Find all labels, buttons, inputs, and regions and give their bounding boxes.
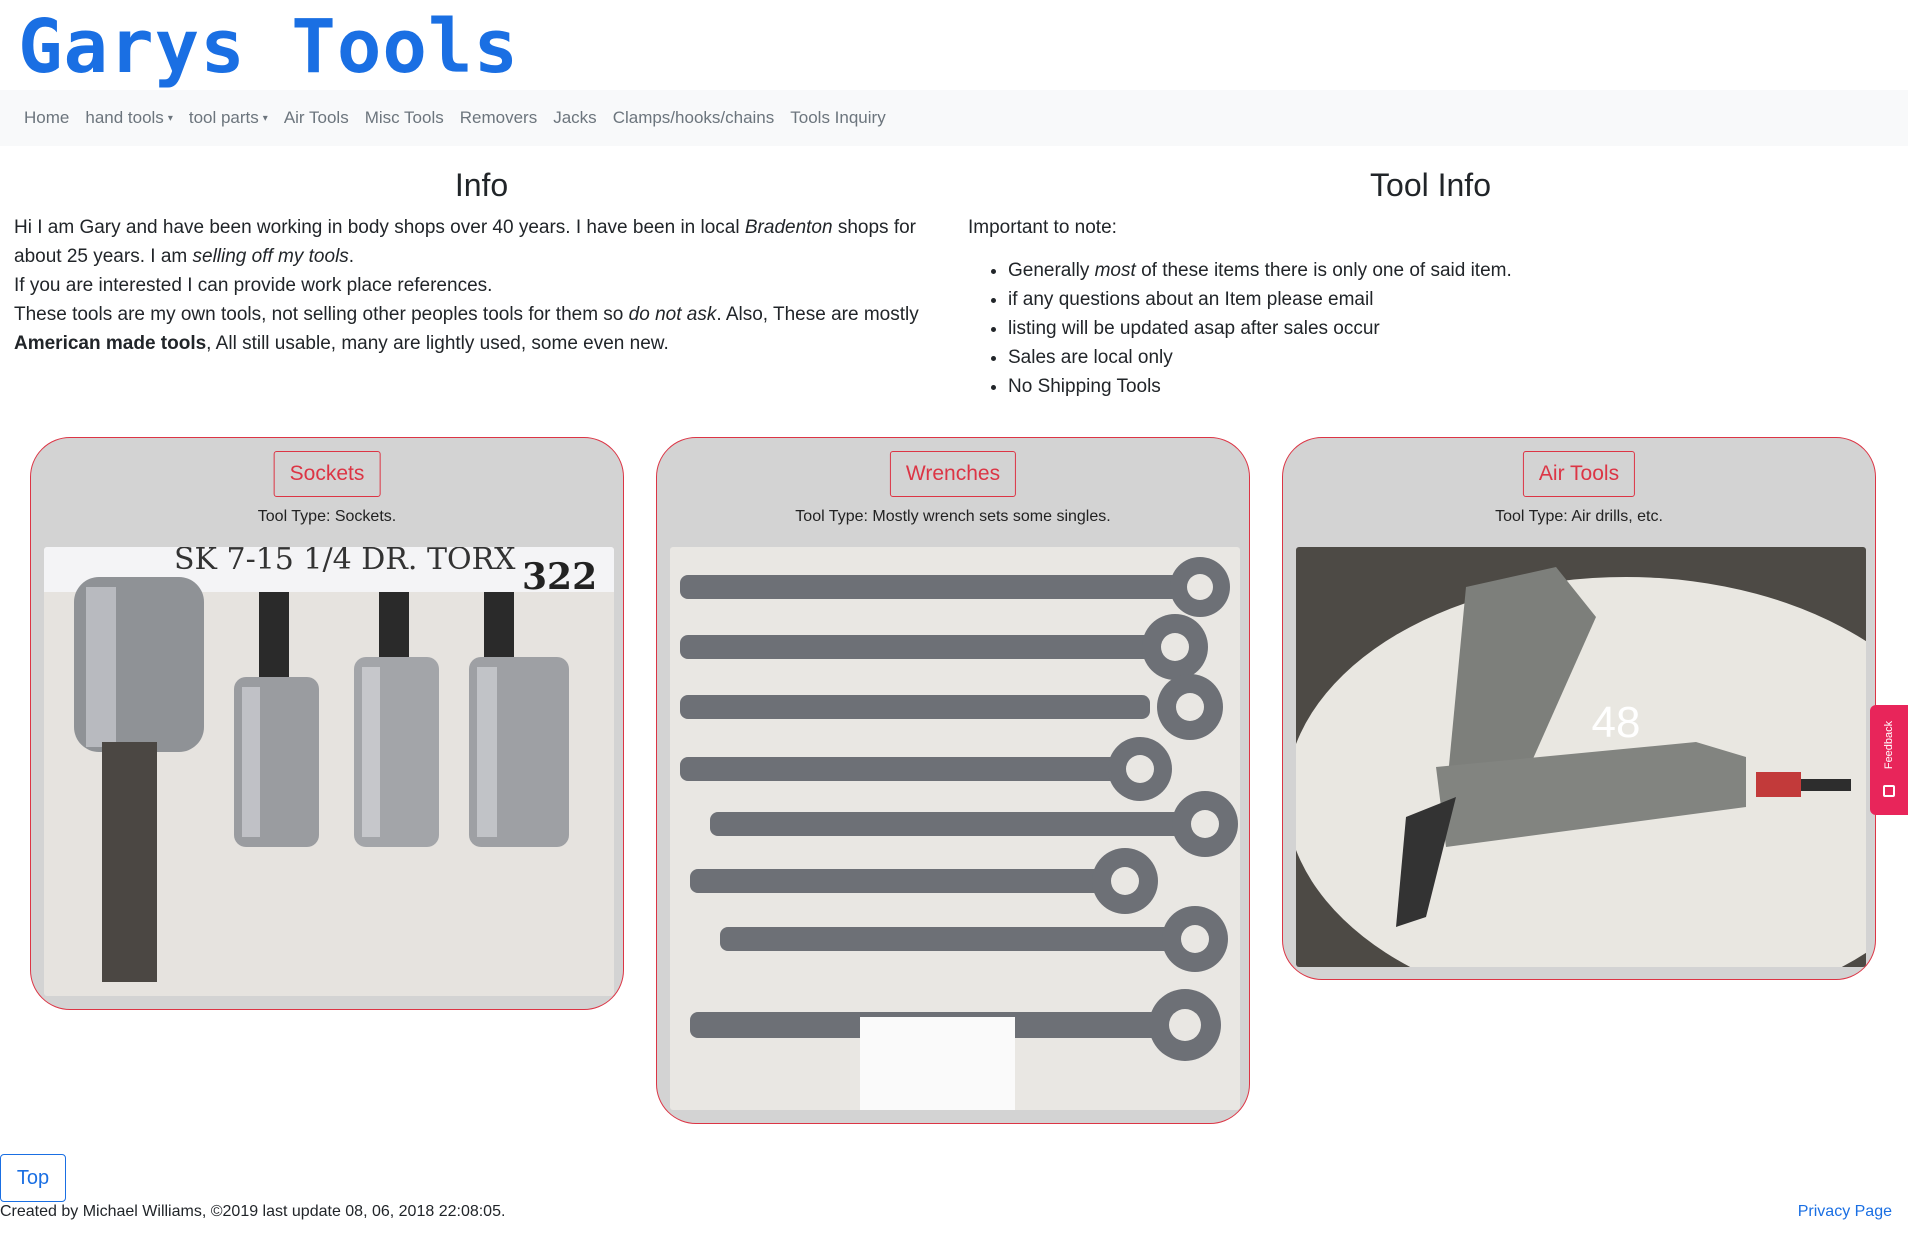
sockets-card: Sockets Tool Type: Sockets. SK 7-15 1/4 … [30, 437, 624, 1010]
sockets-button[interactable]: Sockets [273, 451, 381, 497]
nav-home[interactable]: Home [24, 108, 69, 128]
nav-tools-inquiry[interactable]: Tools Inquiry [790, 108, 885, 128]
info-paragraph-1: Hi I am Gary and have been working in bo… [14, 217, 916, 267]
feedback-tab[interactable]: Feedback [1870, 705, 1908, 815]
info-section: Info Hi I am Gary and have been working … [14, 165, 949, 358]
card-tool-type: Tool Type: Air drills, etc. [1495, 508, 1663, 525]
nav-clamps-hooks-chains[interactable]: Clamps/hooks/chains [613, 108, 775, 128]
wrenches-card: Wrenches Tool Type: Mostly wrench sets s… [656, 437, 1250, 1124]
dropdown-caret-icon: ▾ [262, 112, 268, 124]
list-item: if any questions about an Item please em… [1008, 285, 1893, 314]
list-item: No Shipping Tools [1008, 372, 1893, 401]
tool-info-list: Generally most of these items there is o… [968, 256, 1893, 401]
nav-jacks[interactable]: Jacks [553, 108, 596, 128]
nav-tool-parts[interactable]: tool parts ▾ [189, 108, 268, 128]
list-item: Sales are local only [1008, 343, 1893, 372]
info-heading: Info [454, 167, 509, 203]
info-paragraph-3: These tools are my own tools, not sellin… [14, 304, 919, 354]
feedback-label: Feedback [1883, 720, 1895, 770]
nav-hand-tools[interactable]: hand tools ▾ [85, 108, 172, 128]
list-item: Generally most of these items there is o… [1008, 256, 1893, 285]
site-header: Garys Tools [0, 0, 1908, 90]
sockets-photo[interactable]: SK 7-15 1/4 DR. TORX 322 [44, 547, 614, 996]
main-navbar: Home hand tools ▾ tool parts ▾ Air Tools M… [0, 90, 1908, 146]
air-tools-button[interactable]: Air Tools [1522, 451, 1636, 497]
privacy-link[interactable]: Privacy Page [1798, 1203, 1892, 1221]
wrenches-photo[interactable] [670, 547, 1240, 1110]
nav-air-tools[interactable]: Air Tools [284, 108, 349, 128]
wrenches-button[interactable]: Wrenches [889, 451, 1017, 497]
socket-label-text: SK 7-15 1/4 DR. TORX [174, 547, 516, 577]
list-item: listing will be updated asap after sales… [1008, 314, 1893, 343]
nav-misc-tools[interactable]: Misc Tools [365, 108, 444, 128]
card-tool-type: Tool Type: Sockets. [257, 508, 397, 525]
tool-info-intro: Important to note: [968, 217, 1117, 238]
info-paragraph-2: If you are interested I can provide work… [14, 275, 493, 296]
footer-credit: Created by Michael Williams, ©2019 last … [0, 1203, 506, 1220]
tool-info-section: Tool Info Important to note: Generally m… [968, 165, 1893, 401]
card-tool-type: Tool Type: Mostly wrench sets some singl… [795, 508, 1111, 525]
top-button[interactable]: Top [0, 1154, 66, 1202]
feedback-icon [1883, 785, 1895, 797]
air-tools-photo[interactable]: 48 [1296, 547, 1866, 967]
tool-info-heading: Tool Info [1370, 167, 1491, 203]
site-logo[interactable]: Garys Tools [18, 2, 519, 92]
dropdown-caret-icon: ▾ [167, 112, 173, 124]
nav-removers[interactable]: Removers [460, 108, 537, 128]
air-tools-card: Air Tools Tool Type: Air drills, etc. 48 [1282, 437, 1876, 980]
socket-number-text: 322 [522, 556, 597, 598]
air-tool-number-text: 48 [1592, 698, 1641, 747]
